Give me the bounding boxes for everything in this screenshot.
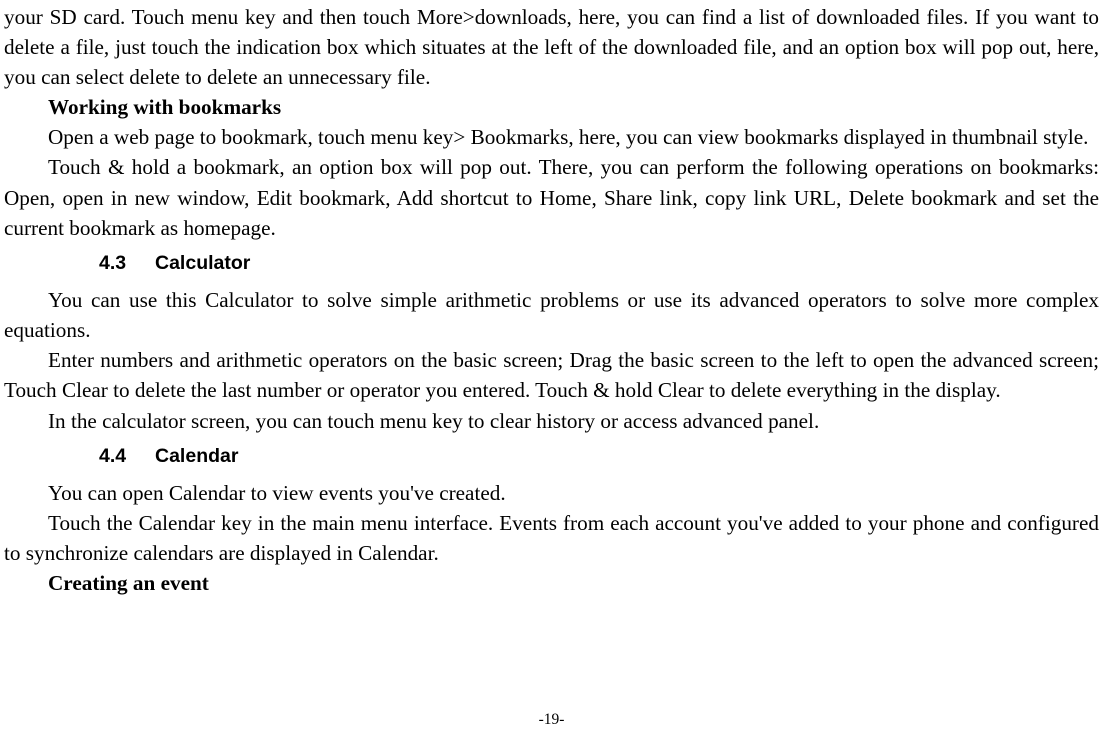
body-paragraph: Open a web page to bookmark, touch menu … — [4, 122, 1099, 152]
section-number: 4.4 — [99, 445, 155, 468]
body-paragraph: your SD card. Touch menu key and then to… — [4, 2, 1099, 92]
section-subtitle: Working with bookmarks — [4, 92, 1099, 122]
page-number: -19- — [0, 711, 1103, 729]
page-content: your SD card. Touch menu key and then to… — [4, 2, 1099, 598]
body-paragraph: You can open Calendar to view events you… — [4, 478, 1099, 508]
body-paragraph: Touch & hold a bookmark, an option box w… — [4, 152, 1099, 242]
body-paragraph: You can use this Calculator to solve sim… — [4, 285, 1099, 345]
body-paragraph: Touch the Calendar key in the main menu … — [4, 508, 1099, 568]
section-heading-calculator: 4.3Calculator — [4, 243, 1099, 285]
section-heading-calendar: 4.4Calendar — [4, 436, 1099, 478]
section-subtitle: Creating an event — [4, 568, 1099, 598]
section-number: 4.3 — [99, 252, 155, 275]
section-title: Calculator — [155, 252, 250, 274]
section-title: Calendar — [155, 445, 238, 467]
body-paragraph: Enter numbers and arithmetic operators o… — [4, 345, 1099, 405]
body-paragraph: In the calculator screen, you can touch … — [4, 406, 1099, 436]
